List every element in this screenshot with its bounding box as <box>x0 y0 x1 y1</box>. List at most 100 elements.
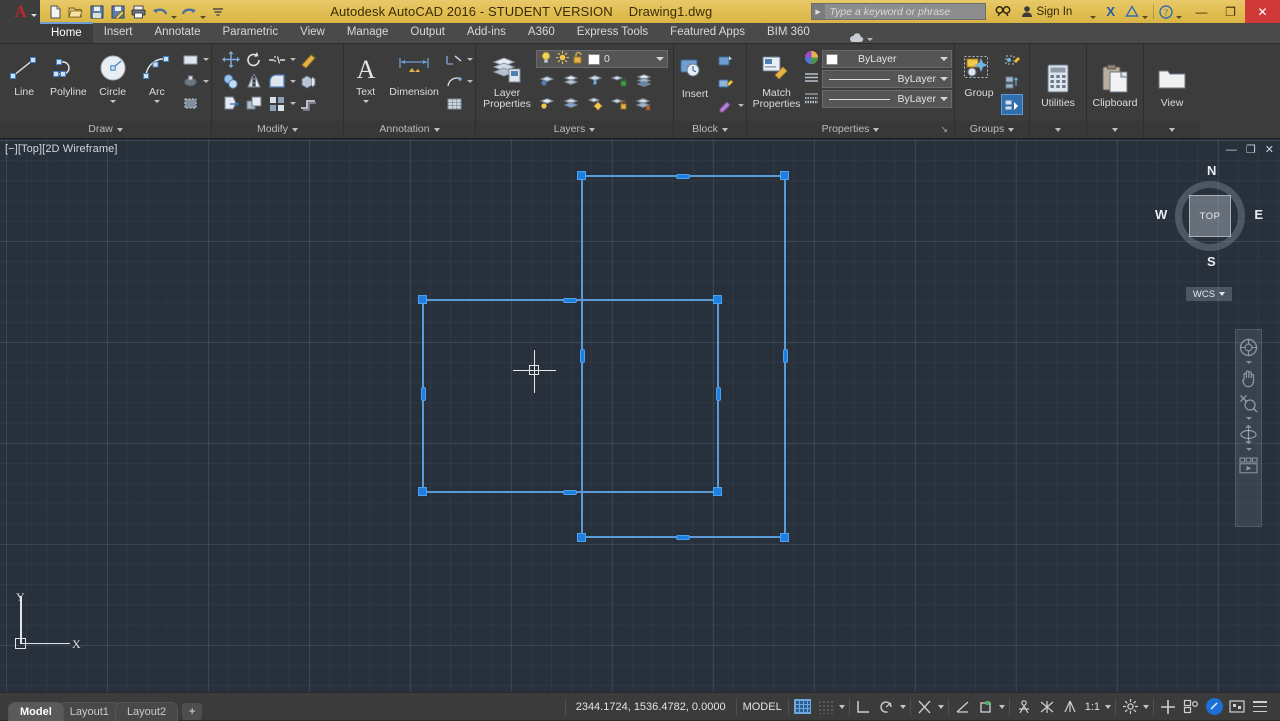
rectangle-icon[interactable] <box>179 49 201 70</box>
draw-line-button[interactable]: Line <box>2 47 46 98</box>
object-color-dropdown[interactable]: ByLayer <box>822 50 952 68</box>
lineweight-dropdown-icon[interactable] <box>998 704 1005 709</box>
panel-title-clipboard[interactable] <box>1087 121 1143 138</box>
search-input[interactable] <box>824 5 985 18</box>
annotation-visibility-icon[interactable] <box>1014 697 1034 717</box>
tab-featured-apps[interactable]: Featured Apps <box>659 22 756 43</box>
grip-corner[interactable] <box>713 487 722 496</box>
search-icon[interactable] <box>990 0 1016 23</box>
ortho-mode-icon[interactable] <box>854 697 874 717</box>
grip-midpoint[interactable] <box>421 387 426 401</box>
save-as-icon[interactable] <box>108 3 127 21</box>
viewport-close-icon[interactable]: ✕ <box>1265 143 1274 156</box>
sign-in-button[interactable]: Sign In <box>1016 0 1102 23</box>
customize-qat-icon[interactable] <box>208 3 227 21</box>
zoom-icon[interactable] <box>1238 392 1260 414</box>
scale-icon[interactable] <box>243 93 265 114</box>
annotation-text-button[interactable]: A Text <box>346 47 385 103</box>
copy-icon[interactable] <box>220 71 242 92</box>
cloud-status-icon[interactable] <box>849 33 873 43</box>
chevron-down-icon[interactable] <box>940 97 948 101</box>
lineweight-icon[interactable] <box>804 90 819 108</box>
grid-display-icon[interactable] <box>793 697 813 717</box>
viewport-restore-icon[interactable]: ❐ <box>1246 143 1256 156</box>
rotate-icon[interactable] <box>243 49 265 70</box>
panel-title-view[interactable] <box>1144 121 1200 138</box>
array-dropdown-icon[interactable] <box>290 102 296 105</box>
circle-dropdown-icon[interactable] <box>109 100 116 103</box>
tab-bim-360[interactable]: BIM 360 <box>756 22 821 43</box>
wcs-dropdown[interactable]: WCS <box>1186 287 1232 301</box>
close-button[interactable]: ✕ <box>1245 0 1280 23</box>
text-dropdown-icon[interactable] <box>362 100 369 103</box>
grip-corner[interactable] <box>780 533 789 542</box>
panel-title-utilities[interactable] <box>1030 121 1086 138</box>
polar-dropdown-icon[interactable] <box>899 704 906 709</box>
infocenter-search[interactable]: ▶ <box>810 3 986 20</box>
showmotion-icon[interactable] <box>1238 454 1260 476</box>
hatch-dropdown-icon[interactable] <box>203 80 209 83</box>
transparency-icon[interactable] <box>1204 697 1224 717</box>
trim-dropdown-icon[interactable] <box>290 58 296 61</box>
tab-parametric[interactable]: Parametric <box>212 22 290 43</box>
grip-midpoint[interactable] <box>783 349 788 363</box>
customization-icon[interactable] <box>1250 697 1270 717</box>
viewcube-south-label[interactable]: S <box>1207 254 1216 269</box>
grip-midpoint[interactable] <box>676 535 690 540</box>
save-icon[interactable] <box>87 3 106 21</box>
tab-manage[interactable]: Manage <box>336 22 400 43</box>
array-icon[interactable] <box>266 93 288 114</box>
cloud-dropdown-icon[interactable] <box>866 38 873 41</box>
stretch-icon[interactable] <box>220 93 242 114</box>
sun-icon[interactable] <box>556 51 569 67</box>
tab-annotate[interactable]: Annotate <box>143 22 211 43</box>
hatch-icon[interactable] <box>179 71 201 92</box>
application-menu-button[interactable]: A <box>0 0 40 23</box>
viewcube-west-label[interactable]: W <box>1155 207 1167 222</box>
annotation-dimension-button[interactable]: Dimension <box>385 47 443 98</box>
layer-delete-icon[interactable] <box>632 93 654 114</box>
layer-color-swatch[interactable] <box>588 53 600 65</box>
workspace-dropdown-icon[interactable] <box>1143 704 1149 709</box>
lineweight-dropdown[interactable]: ByLayer <box>822 90 952 108</box>
layer-thaw-icon[interactable] <box>560 93 582 114</box>
leader-icon[interactable] <box>443 49 465 70</box>
layer-freeze-icon[interactable] <box>560 70 582 91</box>
minimize-button[interactable]: — <box>1187 0 1216 23</box>
annotation-scale-dropdown-icon[interactable] <box>1105 704 1111 709</box>
grip-corner[interactable] <box>713 295 722 304</box>
panel-title-block[interactable]: Block <box>674 121 746 138</box>
block-dropdown-icon[interactable] <box>738 104 744 107</box>
coordinates-display[interactable]: 2344.1724, 1536.4782, 0.0000 <box>566 701 736 713</box>
layer-merge-icon[interactable] <box>632 70 654 91</box>
panel-dialog-launcher[interactable]: ↘ <box>940 121 948 138</box>
a360-dropdown-icon[interactable] <box>1142 16 1148 19</box>
layer-isolate-icon[interactable] <box>536 70 558 91</box>
restore-button[interactable]: ❐ <box>1216 0 1245 23</box>
view-cube[interactable]: TOP N S E W <box>1155 163 1263 269</box>
annotation-scale-list-icon[interactable] <box>1060 697 1080 717</box>
rectangle-dropdown-icon[interactable] <box>203 58 209 61</box>
panel-title-modify[interactable]: Modify <box>212 121 343 138</box>
fillet-icon[interactable] <box>266 71 288 92</box>
panel-title-groups[interactable]: Groups <box>955 121 1029 138</box>
autodesk-360-icon[interactable] <box>1120 0 1153 23</box>
workspace-switching-icon[interactable] <box>1120 697 1140 717</box>
hardware-acceleration-icon[interactable] <box>1158 697 1178 717</box>
trim-icon[interactable] <box>266 49 288 70</box>
centerline-icon[interactable] <box>443 71 465 92</box>
isolate-objects-icon[interactable] <box>1181 697 1201 717</box>
grip-midpoint[interactable] <box>716 387 721 401</box>
ungroup-icon[interactable] <box>1001 72 1023 93</box>
utilities-button[interactable]: Utilities <box>1032 58 1084 109</box>
snap-mode-icon[interactable] <box>816 697 836 717</box>
navwheel-dropdown-icon[interactable] <box>1245 361 1252 364</box>
view-button[interactable]: View <box>1147 58 1197 109</box>
viewcube-east-label[interactable]: E <box>1254 207 1263 222</box>
zoom-dropdown-icon[interactable] <box>1245 417 1252 420</box>
lineweight-display-icon[interactable] <box>976 697 996 717</box>
region-icon[interactable] <box>179 93 201 114</box>
full-navigation-wheel-icon[interactable] <box>1238 336 1260 358</box>
help-dropdown-icon[interactable] <box>1176 16 1182 19</box>
draw-arc-button[interactable]: Arc <box>135 47 179 103</box>
